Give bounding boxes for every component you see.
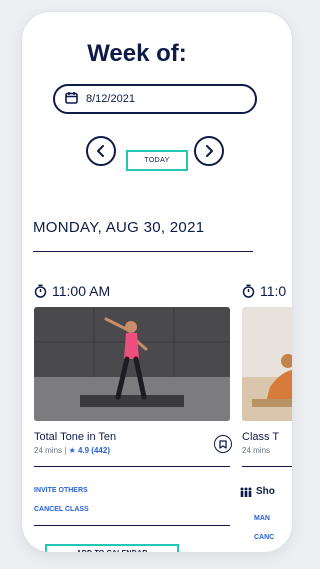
class-title-2[interactable]: Class T bbox=[242, 431, 279, 443]
workout-image bbox=[34, 307, 230, 421]
cancel-link-2[interactable]: CANC bbox=[254, 534, 274, 541]
add-to-calendar-button[interactable]: ADD TO CALENDAR bbox=[45, 544, 179, 552]
meta-separator: | bbox=[64, 446, 67, 455]
class-meta: 24 mins | ★ 4.9 (442) bbox=[34, 446, 110, 455]
class-title[interactable]: Total Tone in Ten bbox=[34, 431, 116, 443]
manage-link[interactable]: MAN bbox=[254, 515, 270, 522]
invite-others-link[interactable]: INVITE OTHERS bbox=[34, 487, 88, 494]
class-time-2: 11:0 bbox=[242, 283, 286, 299]
date-picker[interactable]: 8/12/2021 bbox=[53, 84, 257, 114]
participants-icon bbox=[240, 487, 252, 497]
previous-week-button[interactable] bbox=[86, 136, 116, 166]
day-divider bbox=[33, 251, 253, 252]
actions-divider bbox=[34, 525, 230, 526]
show-label: Sho bbox=[256, 486, 275, 497]
card-divider bbox=[34, 466, 230, 467]
bookmark-button[interactable] bbox=[214, 435, 232, 453]
class-duration: 24 mins bbox=[34, 446, 63, 455]
workout-image-2 bbox=[242, 307, 292, 421]
calendar-icon bbox=[65, 91, 78, 107]
stopwatch-icon bbox=[34, 284, 47, 298]
stopwatch-icon bbox=[242, 284, 255, 298]
class-duration-2: 24 mins bbox=[242, 446, 271, 455]
page-title: Week of: bbox=[87, 40, 187, 67]
chevron-right-icon bbox=[206, 145, 213, 157]
class-time-text-2: 11:0 bbox=[260, 283, 287, 299]
class-rating: ★ 4.9 (442) bbox=[68, 446, 110, 455]
bookmark-icon bbox=[219, 439, 227, 449]
card-divider-2 bbox=[242, 466, 292, 467]
class-thumbnail[interactable] bbox=[34, 307, 230, 421]
show-row[interactable]: Sho bbox=[240, 486, 275, 497]
class-time: 11:00 AM bbox=[34, 283, 110, 299]
phone-frame: Week of: 8/12/2021 TODAY MONDAY, AUG 30,… bbox=[22, 12, 292, 552]
class-thumbnail-2[interactable] bbox=[242, 307, 292, 421]
class-time-text: 11:00 AM bbox=[52, 283, 111, 299]
day-heading: MONDAY, AUG 30, 2021 bbox=[33, 219, 205, 236]
next-week-button[interactable] bbox=[194, 136, 224, 166]
date-value: 8/12/2021 bbox=[86, 93, 135, 105]
today-button[interactable]: TODAY bbox=[126, 150, 188, 171]
chevron-left-icon bbox=[97, 145, 104, 157]
cancel-class-link[interactable]: CANCEL CLASS bbox=[34, 506, 89, 513]
